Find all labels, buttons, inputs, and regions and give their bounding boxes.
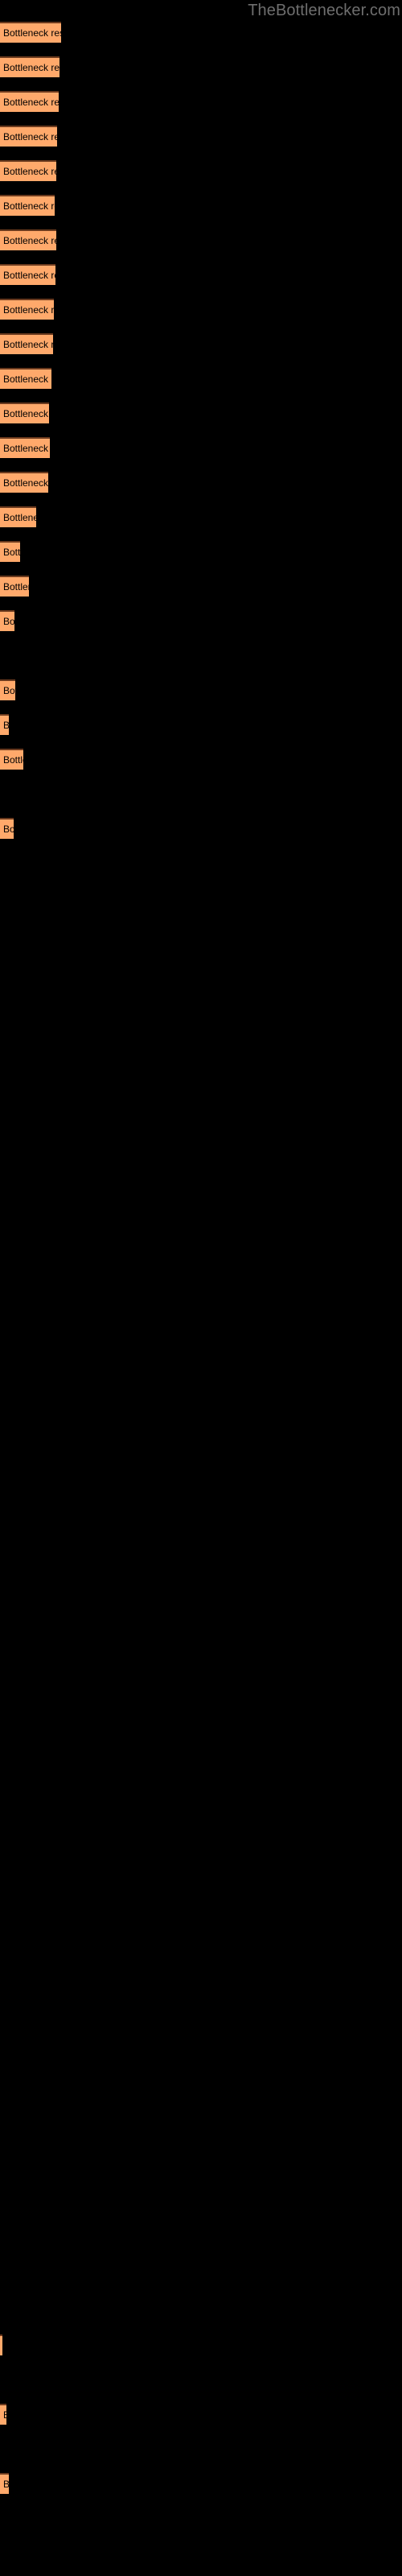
bottleneck-result-bar[interactable]: Bottleneck result [0, 541, 20, 562]
bottleneck-result-bar[interactable]: Bottleneck result [0, 91, 59, 112]
bar-label: Bottleneck result [3, 408, 49, 419]
bottleneck-result-bar[interactable]: Bottleneck result [0, 610, 14, 631]
bar-label: Bottleneck result [3, 374, 51, 385]
bottleneck-result-bar[interactable]: Bottleneck result [0, 576, 29, 597]
bar-label: Bottleneck result [3, 720, 9, 731]
bottleneck-result-bar[interactable]: Bottleneck result [0, 2473, 9, 2494]
bar-label: Bottleneck result [3, 62, 59, 73]
bottleneck-result-bar[interactable]: Bottleneck result [0, 679, 15, 700]
bottleneck-result-bar[interactable]: Bottleneck result [0, 437, 50, 458]
bottleneck-result-bar[interactable]: Bottleneck result [0, 402, 49, 423]
bottleneck-chart-root: TheBottlenecker.com Bottleneck resultBot… [0, 0, 402, 2576]
bar-label: Bottleneck result [3, 304, 54, 316]
bar-label: Bottleneck result [3, 616, 14, 627]
bar-label: Bottleneck result [3, 27, 61, 39]
bottleneck-result-bar[interactable]: Bottleneck result [0, 56, 59, 77]
bottleneck-result-bar[interactable]: Bottleneck result [0, 506, 36, 527]
bar-label: Bottleneck result [3, 166, 56, 177]
bar-label: Bottleneck result [3, 477, 48, 489]
bar-label: Bottleneck result [3, 2479, 9, 2490]
bottleneck-result-bar[interactable]: Bottleneck result [0, 333, 53, 354]
bar-label: Bottleneck result [3, 2409, 6, 2421]
bottleneck-result-bar[interactable]: Bottleneck result [0, 818, 14, 839]
bar-label: Bottleneck result [3, 547, 20, 558]
bar-label: Bottleneck result [3, 512, 36, 523]
bar-label: Bottleneck result [3, 235, 56, 246]
bottleneck-result-bar[interactable]: Bottleneck result [0, 749, 23, 770]
bottleneck-result-bar[interactable]: Bottleneck result [0, 299, 54, 320]
bar-label: Bottleneck result [3, 443, 50, 454]
bottleneck-result-bar[interactable]: Bottleneck result [0, 126, 57, 147]
bottleneck-result-bar[interactable]: Bottleneck result [0, 264, 55, 285]
bar-label: Bottleneck result [3, 97, 59, 108]
bottleneck-result-bar[interactable]: Bottleneck result [0, 714, 9, 735]
bottleneck-result-bar[interactable]: Bottleneck result [0, 472, 48, 493]
bottleneck-result-bar[interactable]: Bottleneck result [0, 2334, 2, 2355]
bottleneck-result-bar[interactable]: Bottleneck result [0, 160, 56, 181]
bottleneck-result-bar[interactable]: Bottleneck result [0, 2404, 6, 2425]
bar-label: Bottleneck result [3, 270, 55, 281]
bar-label: Bottleneck result [3, 685, 15, 696]
bar-label: Bottleneck result [3, 339, 53, 350]
bottleneck-result-bar[interactable]: Bottleneck result [0, 368, 51, 389]
bar-label: Bottleneck result [3, 754, 23, 766]
bottleneck-result-bar[interactable]: Bottleneck result [0, 22, 61, 43]
bar-label: Bottleneck result [3, 131, 57, 142]
chart-plot-area: Bottleneck result Bottleneck result Bottle… [0, 0, 402, 2576]
bottleneck-result-bar[interactable]: Bottleneck result [0, 195, 55, 216]
bottleneck-result-bar[interactable]: Bottleneck result [0, 229, 56, 250]
bar-label: Bottleneck result [3, 824, 14, 835]
bar-label: Bottleneck result [3, 200, 55, 212]
bar-label: Bottleneck result [3, 581, 29, 592]
